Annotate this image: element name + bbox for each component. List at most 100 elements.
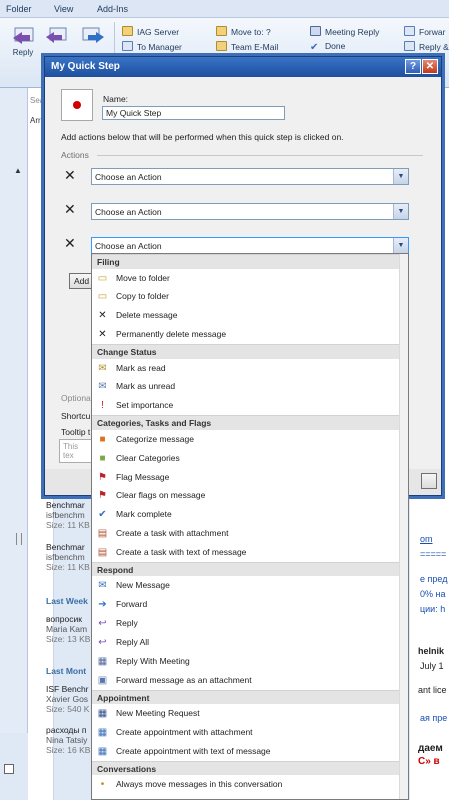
mail-size: Size: 11 KB <box>46 520 90 530</box>
forward-icon[interactable] <box>80 24 106 50</box>
tooltip-input[interactable]: This tex <box>59 439 93 463</box>
quick-step-done[interactable]: ✔ Done <box>310 41 345 53</box>
dropdown-item[interactable]: ↩ Reply <box>92 614 408 633</box>
check-icon: ✔ <box>310 42 319 53</box>
actions-section-label: Actions <box>61 150 89 160</box>
dropdown-item[interactable]: ✉ Mark as unread <box>92 377 408 396</box>
help-button[interactable]: ? <box>405 59 421 74</box>
tooltip-label: Tooltip t <box>61 427 91 437</box>
dropdown-item-label: Move to folder <box>116 272 170 283</box>
quick-step-label: Meeting Reply <box>325 27 380 37</box>
team-mail-icon <box>216 41 227 51</box>
dropdown-group-header: Appointment <box>92 689 408 705</box>
dropdown-item[interactable]: ✕ Delete message <box>92 306 408 325</box>
mail-arrow-icon <box>122 41 133 51</box>
task-attachment-icon: ▤ <box>97 528 108 540</box>
mail-from: Nina Tatsiy <box>46 735 88 745</box>
tab-add-ins[interactable]: Add-Ins <box>97 4 128 14</box>
tab-view[interactable]: View <box>54 4 73 14</box>
quick-step-reply-delete[interactable]: Reply & <box>404 41 449 52</box>
dropdown-item[interactable]: ✔ Mark complete <box>92 505 408 524</box>
action-select-1[interactable]: Choose an Action ▼ <box>91 168 409 185</box>
dropdown-item[interactable]: ▭ Copy to folder <box>92 287 408 306</box>
dropdown-item[interactable]: ▤ Create a task with attachment <box>92 524 408 543</box>
dropdown-item[interactable]: ! Set importance <box>92 396 408 415</box>
categorize-icon: ■ <box>99 433 106 445</box>
name-input[interactable]: My Quick Step <box>102 106 285 120</box>
mail-sender: Benchmar <box>46 500 85 510</box>
dropdown-group-header: Respond <box>92 561 408 577</box>
action-select-2[interactable]: Choose an Action ▼ <box>91 203 409 220</box>
reply-icon: ↩ <box>98 618 107 630</box>
reading-pane-text: ===== <box>420 549 447 559</box>
delete-action-icon[interactable]: ✕ <box>64 167 76 184</box>
dropdown-item-label: Mark complete <box>116 509 172 520</box>
close-button[interactable]: ✕ <box>422 59 438 74</box>
quick-step-to-manager[interactable]: To Manager <box>122 41 182 52</box>
dropdown-item-label: Delete message <box>116 310 178 321</box>
search-input[interactable]: Sea <box>30 96 44 105</box>
importance-icon: ! <box>101 400 104 412</box>
quick-step-move-to[interactable]: Move to: ? <box>216 26 271 37</box>
dropdown-item[interactable]: ▣ Forward message as an attachment <box>92 671 408 690</box>
list-item[interactable]: ISF Benchr Xavier Gos Size: 540 K <box>46 684 89 714</box>
dropdown-item[interactable]: ■ Categorize message <box>92 430 408 449</box>
group-header-last-week[interactable]: Last Week <box>46 596 88 606</box>
reply-button[interactable]: Reply <box>8 24 38 57</box>
list-item[interactable]: вопросик Maria Kam Size: 13 KB <box>46 614 90 644</box>
closed-envelope-icon: ✉ <box>98 381 107 393</box>
list-item[interactable]: расходы п Nina Tatsiy Size: 16 KB <box>46 725 90 755</box>
quick-step-forward[interactable]: Forwar <box>404 26 445 37</box>
dropdown-item-label: Reply <box>116 618 138 629</box>
forward-attachment-icon: ▣ <box>97 674 108 686</box>
tab-folder[interactable]: Folder <box>6 4 32 14</box>
quick-step-meeting-reply[interactable]: Meeting Reply <box>310 26 379 37</box>
scroll-up-icon[interactable]: ▲ <box>14 166 22 175</box>
reading-pane-text: om <box>420 534 433 544</box>
dropdown-item[interactable]: • Always move messages in this conversati… <box>92 775 408 794</box>
dropdown-item[interactable]: ➔ Forward <box>92 595 408 614</box>
quick-step-iag-server[interactable]: IAG Server <box>122 26 179 37</box>
conversation-icon: • <box>100 779 105 791</box>
dropdown-item[interactable]: ▦ Reply With Meeting <box>92 652 408 671</box>
delete-action-icon[interactable]: ✕ <box>64 201 76 218</box>
dropdown-item[interactable]: ▦ Create appointment with text of message <box>92 742 408 761</box>
reading-pane-text: ая пре <box>420 713 448 723</box>
forward-icon: ➔ <box>98 599 107 611</box>
quick-step-icon-button[interactable] <box>61 89 93 121</box>
quick-step-team-email[interactable]: Team E-Mail <box>216 41 278 52</box>
dropdown-item[interactable]: ▤ Create a task with text of message <box>92 543 408 562</box>
dropdown-item[interactable]: ■ Clear Categories <box>92 449 408 468</box>
quick-step-label: Reply & <box>419 42 449 52</box>
delete-action-icon[interactable]: ✕ <box>64 235 76 252</box>
list-item[interactable]: Benchmar isfbenchm Size: 11 KB <box>46 542 90 572</box>
dropdown-item[interactable]: ▦ Create appointment with attachment <box>92 723 408 742</box>
quick-step-label: Done <box>325 41 346 51</box>
shortcut-label: Shortcu <box>61 411 91 421</box>
arrange-by-header[interactable]: Arra <box>30 116 45 125</box>
permanent-delete-icon: ✕ <box>98 329 107 341</box>
dialog-titlebar[interactable]: My Quick Step ? ✕ <box>45 57 441 77</box>
dropdown-item[interactable]: ↩ Reply All <box>92 633 408 652</box>
dropdown-item[interactable]: ⚑ Clear flags on message <box>92 486 408 505</box>
dropdown-item[interactable]: ▭ Move to folder <box>92 269 408 288</box>
quick-step-label: Forwar <box>419 27 446 37</box>
dropdown-item[interactable]: ✕ Permanently delete message <box>92 325 408 344</box>
dropdown-item[interactable]: ⚑ Flag Message <box>92 468 408 487</box>
dropdown-item-label: New Message <box>116 580 170 591</box>
dropdown-item[interactable]: ✉ New Message <box>92 576 408 595</box>
dropdown-item[interactable]: ▦ New Meeting Request <box>92 704 408 723</box>
reply-label: Reply <box>12 48 34 57</box>
splitter-grip-icon[interactable] <box>16 533 22 545</box>
action-select-3[interactable]: Choose an Action ▼ <box>91 237 409 254</box>
dropdown-scrollbar[interactable] <box>399 254 408 799</box>
mail-from: isfbenchm <box>46 510 85 520</box>
reply-all-icon[interactable] <box>44 24 70 50</box>
list-item[interactable]: Benchmar isfbenchm Size: 11 KB <box>46 500 90 530</box>
open-envelope-icon: ✉ <box>98 362 107 374</box>
navigation-toggle-icon[interactable] <box>4 764 14 774</box>
finish-button[interactable] <box>421 473 437 489</box>
quick-step-label: IAG Server <box>137 27 180 37</box>
group-header-last-month[interactable]: Last Mont <box>46 666 86 676</box>
dropdown-item[interactable]: ✉ Mark as read <box>92 359 408 378</box>
